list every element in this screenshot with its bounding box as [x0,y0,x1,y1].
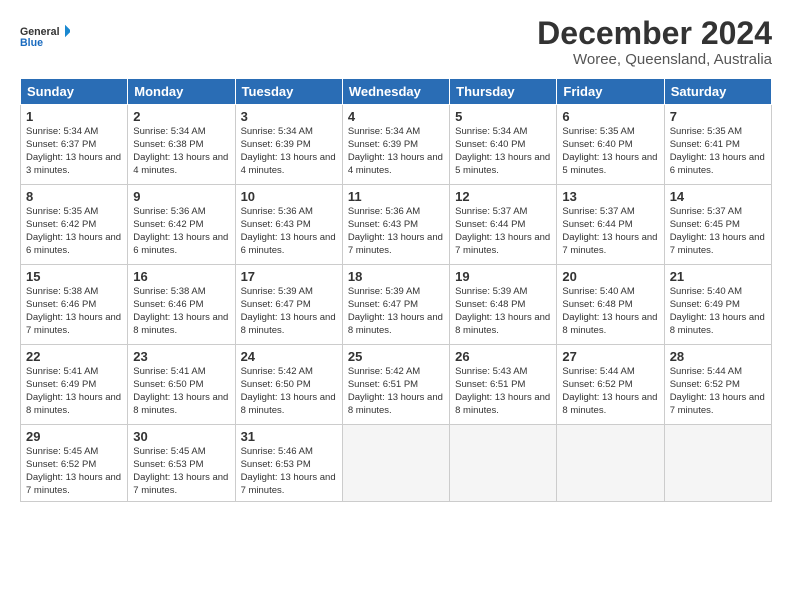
svg-text:Blue: Blue [20,37,43,49]
calendar-week-5: 29Sunrise: 5:45 AMSunset: 6:52 PMDayligh… [21,425,772,502]
calendar-cell: 28Sunrise: 5:44 AMSunset: 6:52 PMDayligh… [664,345,771,425]
calendar-cell: 9Sunrise: 5:36 AMSunset: 6:42 PMDaylight… [128,185,235,265]
svg-text:General: General [20,26,60,38]
logo-svg: General Blue [20,16,70,56]
calendar-cell: 29Sunrise: 5:45 AMSunset: 6:52 PMDayligh… [21,425,128,502]
calendar-week-1: 1Sunrise: 5:34 AMSunset: 6:37 PMDaylight… [21,105,772,185]
header: General Blue December 2024 Woree, Queens… [20,16,772,68]
col-thursday: Thursday [450,79,557,105]
calendar-week-2: 8Sunrise: 5:35 AMSunset: 6:42 PMDaylight… [21,185,772,265]
page: General Blue December 2024 Woree, Queens… [0,0,792,612]
col-friday: Friday [557,79,664,105]
col-saturday: Saturday [664,79,771,105]
calendar-cell-empty [450,425,557,502]
calendar-cell: 2Sunrise: 5:34 AMSunset: 6:38 PMDaylight… [128,105,235,185]
calendar-cell: 3Sunrise: 5:34 AMSunset: 6:39 PMDaylight… [235,105,342,185]
title-block: December 2024 Woree, Queensland, Austral… [537,16,772,68]
calendar-cell: 23Sunrise: 5:41 AMSunset: 6:50 PMDayligh… [128,345,235,425]
col-wednesday: Wednesday [342,79,449,105]
calendar-cell: 5Sunrise: 5:34 AMSunset: 6:40 PMDaylight… [450,105,557,185]
subtitle: Woree, Queensland, Australia [537,51,772,68]
calendar-cell-empty [342,425,449,502]
calendar-cell: 4Sunrise: 5:34 AMSunset: 6:39 PMDaylight… [342,105,449,185]
col-sunday: Sunday [21,79,128,105]
calendar-cell: 19Sunrise: 5:39 AMSunset: 6:48 PMDayligh… [450,265,557,345]
calendar-cell: 24Sunrise: 5:42 AMSunset: 6:50 PMDayligh… [235,345,342,425]
calendar-cell: 16Sunrise: 5:38 AMSunset: 6:46 PMDayligh… [128,265,235,345]
calendar-cell: 26Sunrise: 5:43 AMSunset: 6:51 PMDayligh… [450,345,557,425]
calendar-cell: 22Sunrise: 5:41 AMSunset: 6:49 PMDayligh… [21,345,128,425]
calendar-cell: 25Sunrise: 5:42 AMSunset: 6:51 PMDayligh… [342,345,449,425]
calendar-week-4: 22Sunrise: 5:41 AMSunset: 6:49 PMDayligh… [21,345,772,425]
calendar-cell-empty [664,425,771,502]
calendar-cell: 7Sunrise: 5:35 AMSunset: 6:41 PMDaylight… [664,105,771,185]
calendar-header-row: Sunday Monday Tuesday Wednesday Thursday… [21,79,772,105]
calendar-cell: 11Sunrise: 5:36 AMSunset: 6:43 PMDayligh… [342,185,449,265]
calendar-cell: 14Sunrise: 5:37 AMSunset: 6:45 PMDayligh… [664,185,771,265]
calendar-cell: 10Sunrise: 5:36 AMSunset: 6:43 PMDayligh… [235,185,342,265]
calendar-table: Sunday Monday Tuesday Wednesday Thursday… [20,78,772,502]
main-title: December 2024 [537,16,772,51]
calendar-cell: 27Sunrise: 5:44 AMSunset: 6:52 PMDayligh… [557,345,664,425]
calendar-cell: 1Sunrise: 5:34 AMSunset: 6:37 PMDaylight… [21,105,128,185]
calendar-cell: 6Sunrise: 5:35 AMSunset: 6:40 PMDaylight… [557,105,664,185]
col-tuesday: Tuesday [235,79,342,105]
calendar-cell: 21Sunrise: 5:40 AMSunset: 6:49 PMDayligh… [664,265,771,345]
calendar-cell: 31Sunrise: 5:46 AMSunset: 6:53 PMDayligh… [235,425,342,502]
logo: General Blue [20,16,70,56]
calendar-week-3: 15Sunrise: 5:38 AMSunset: 6:46 PMDayligh… [21,265,772,345]
calendar-cell-empty [557,425,664,502]
calendar-cell: 15Sunrise: 5:38 AMSunset: 6:46 PMDayligh… [21,265,128,345]
calendar-cell: 13Sunrise: 5:37 AMSunset: 6:44 PMDayligh… [557,185,664,265]
calendar-cell: 17Sunrise: 5:39 AMSunset: 6:47 PMDayligh… [235,265,342,345]
calendar-cell: 12Sunrise: 5:37 AMSunset: 6:44 PMDayligh… [450,185,557,265]
calendar-cell: 30Sunrise: 5:45 AMSunset: 6:53 PMDayligh… [128,425,235,502]
calendar-cell: 20Sunrise: 5:40 AMSunset: 6:48 PMDayligh… [557,265,664,345]
calendar-cell: 8Sunrise: 5:35 AMSunset: 6:42 PMDaylight… [21,185,128,265]
col-monday: Monday [128,79,235,105]
calendar-cell: 18Sunrise: 5:39 AMSunset: 6:47 PMDayligh… [342,265,449,345]
